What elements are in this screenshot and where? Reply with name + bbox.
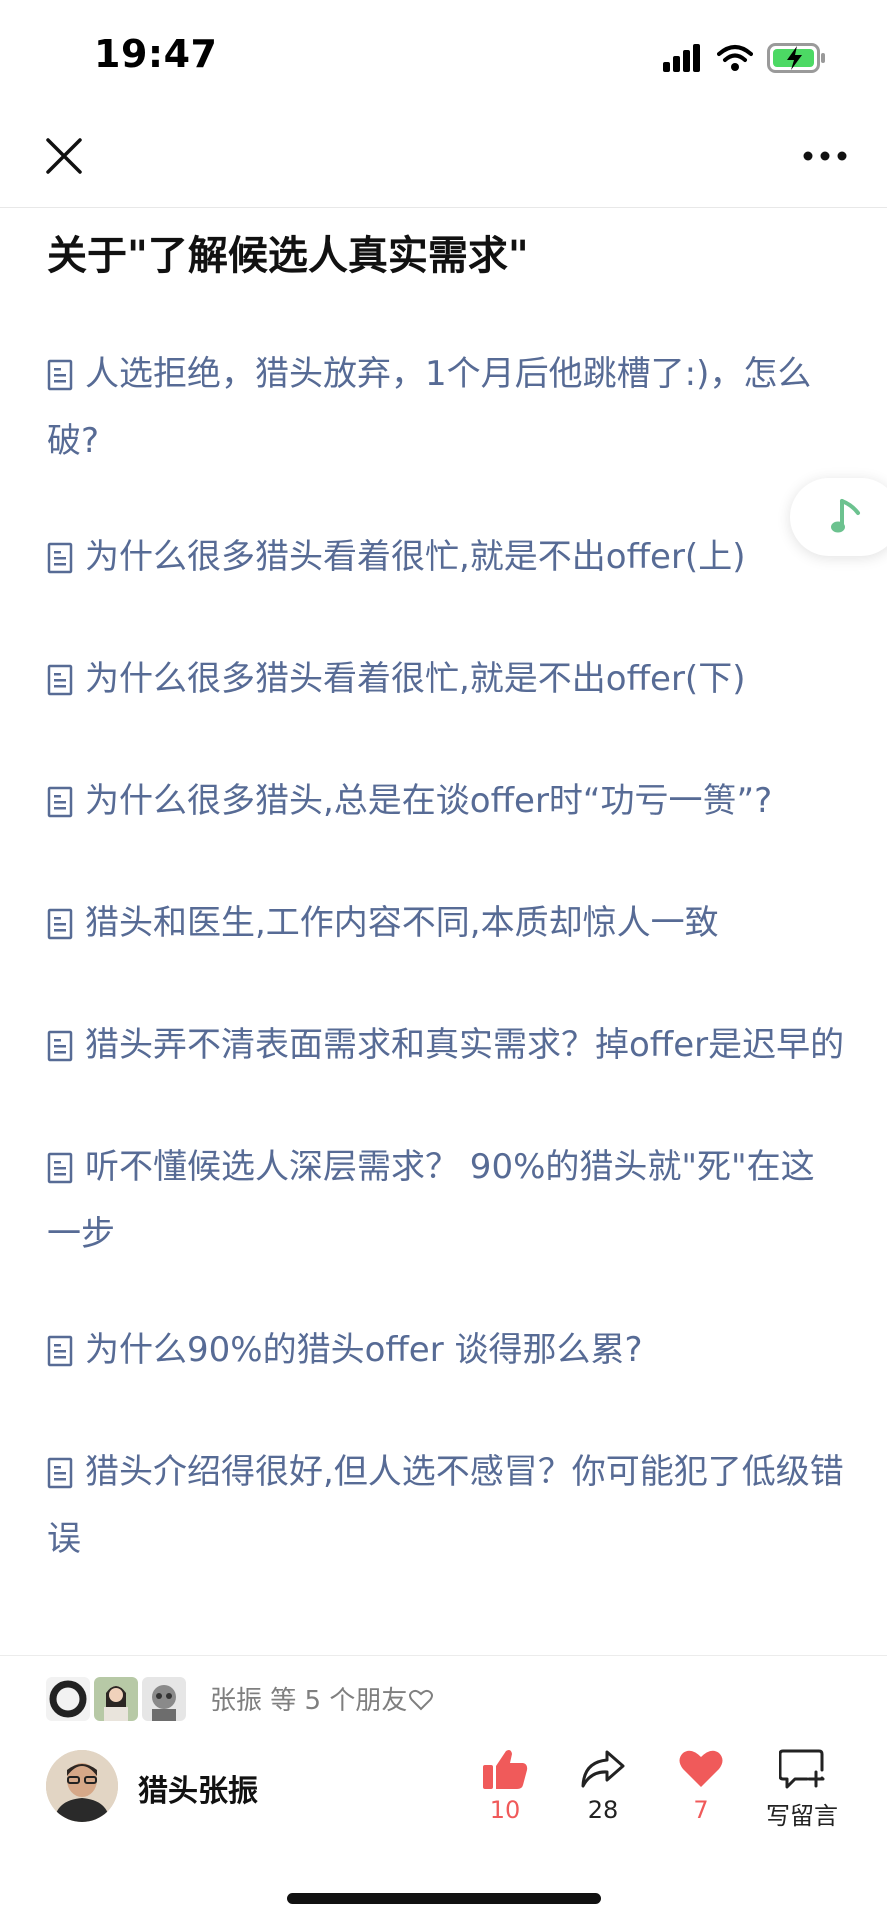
recommend-button[interactable]: 7 <box>656 1748 746 1824</box>
related-links: 人选拒绝，猎头放弃，1个月后他跳槽了:)，怎么破? 为什么很多猎头看着很忙,就是不… <box>47 344 847 1570</box>
heart-count: 7 <box>693 1796 709 1824</box>
related-article-title: 人选拒绝，猎头放弃，1个月后他跳槽了:)，怎么破? <box>47 354 812 461</box>
share-count: 28 <box>587 1796 619 1824</box>
friend-avatar <box>142 1677 186 1721</box>
related-article-link[interactable]: 猎头和医生,工作内容不同,本质却惊人一致 <box>47 893 847 960</box>
related-article-link[interactable]: 为什么90%的猎头offer 谈得那么累? <box>47 1320 847 1387</box>
more-icon <box>803 151 847 161</box>
share-arrow-icon <box>581 1750 625 1788</box>
heart-outline-icon <box>409 1688 434 1718</box>
signal-icon <box>663 44 703 76</box>
home-indicator[interactable] <box>287 1893 601 1904</box>
article-content: 关于"了解候选人真实需求" 人选拒绝，猎头放弃，1个月后他跳槽了:)，怎么破? 为… <box>47 228 847 1625</box>
document-icon <box>47 350 73 411</box>
document-icon <box>47 1326 73 1387</box>
write-comment-label: 写留言 <box>766 1802 838 1830</box>
thumbs-up-icon <box>483 1750 528 1789</box>
article-footer: 张振 等 5 个朋友 猎头张振 10 28 7 写留言 <box>0 1655 887 1920</box>
friends-row[interactable]: 张振 等 5 个朋友 <box>46 1674 434 1724</box>
document-icon <box>47 655 73 716</box>
share-button[interactable]: 28 <box>558 1748 648 1824</box>
close-icon <box>46 138 82 174</box>
music-float-button[interactable] <box>790 478 887 556</box>
music-note-icon <box>831 499 860 533</box>
wifi-icon <box>717 44 753 76</box>
related-article-title: 为什么很多猎头,总是在谈offer时“功亏一篑”? <box>85 781 773 821</box>
battery-charging-icon <box>767 43 827 77</box>
document-icon <box>47 1143 73 1204</box>
like-button[interactable]: 10 <box>460 1748 550 1824</box>
heart-icon <box>679 1750 723 1787</box>
related-article-link[interactable]: 猎头弄不清表面需求和真实需求？掉offer是迟早的 <box>47 1015 847 1082</box>
friends-liked-text: 张振 等 5 个朋友 <box>210 1680 434 1718</box>
document-icon <box>47 533 73 594</box>
close-button[interactable] <box>40 132 88 180</box>
more-button[interactable] <box>797 132 853 180</box>
friend-avatar <box>94 1677 138 1721</box>
document-icon <box>47 899 73 960</box>
related-article-link[interactable]: 为什么很多猎头看着很忙,就是不出offer(下) <box>47 649 847 716</box>
status-time: 19:47 <box>94 32 218 76</box>
related-article-link[interactable]: 猎头介绍得很好,但人选不感冒？你可能犯了低级错误 <box>47 1442 847 1570</box>
related-article-link[interactable]: 人选拒绝，猎头放弃，1个月后他跳槽了:)，怎么破? <box>47 344 847 472</box>
related-article-title: 猎头介绍得很好,但人选不感冒？你可能犯了低级错误 <box>47 1452 844 1559</box>
related-article-title: 为什么90%的猎头offer 谈得那么累? <box>85 1330 643 1370</box>
document-icon <box>47 1448 73 1509</box>
write-comment-button[interactable]: 写留言 <box>754 1748 850 1831</box>
related-article-title: 为什么很多猎头看着很忙,就是不出offer(上) <box>85 537 746 577</box>
status-icons <box>663 42 827 78</box>
friend-avatar <box>46 1677 90 1721</box>
related-article-title: 听不懂候选人深层需求？ 90%的猎头就"死"在这一步 <box>47 1147 815 1254</box>
document-icon <box>47 1021 73 1082</box>
like-count: 10 <box>489 1796 521 1824</box>
comment-add-icon <box>779 1749 825 1789</box>
related-article-link[interactable]: 为什么很多猎头看着很忙,就是不出offer(上) <box>47 527 847 594</box>
related-article-link[interactable]: 为什么很多猎头,总是在谈offer时“功亏一篑”? <box>47 771 847 838</box>
status-bar: 19:47 <box>0 0 887 110</box>
related-article-link[interactable]: 听不懂候选人深层需求？ 90%的猎头就"死"在这一步 <box>47 1137 847 1265</box>
article-title: 关于"了解候选人真实需求" <box>47 233 529 279</box>
document-icon <box>47 777 73 838</box>
related-article-title: 猎头弄不清表面需求和真实需求？掉offer是迟早的 <box>85 1025 845 1065</box>
action-bar: 10 28 7 写留言 <box>0 1748 887 1848</box>
related-article-title: 猎头和医生,工作内容不同,本质却惊人一致 <box>85 903 719 943</box>
nav-bar <box>0 110 887 208</box>
related-article-title: 为什么很多猎头看着很忙,就是不出offer(下) <box>85 659 746 699</box>
